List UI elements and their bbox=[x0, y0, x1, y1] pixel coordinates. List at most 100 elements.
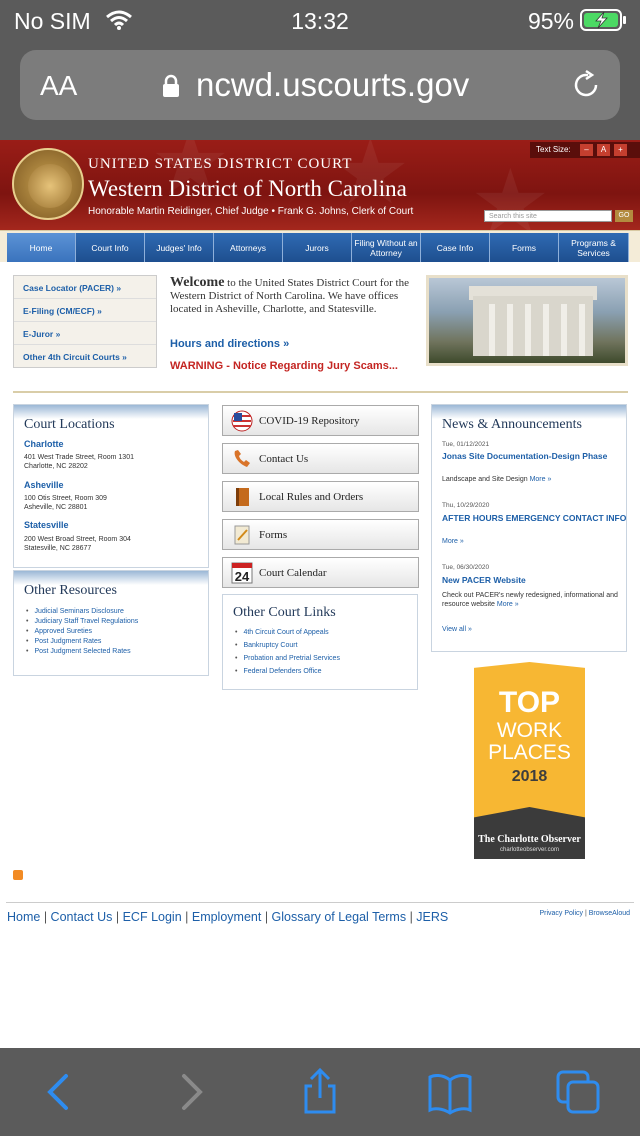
news-headline-link[interactable]: New PACER Website bbox=[442, 575, 627, 585]
resource-link[interactable]: Judicial Seminars Disclosure bbox=[26, 608, 123, 615]
site-search-input[interactable]: Search this site bbox=[484, 210, 612, 222]
calendar-day: 24 bbox=[235, 569, 250, 584]
forward-icon[interactable] bbox=[170, 1068, 214, 1116]
page-content: Case Locator (PACER) » E-Filing (CM/ECF)… bbox=[0, 262, 640, 1048]
reload-icon[interactable] bbox=[570, 69, 602, 101]
news-view-all-link[interactable]: View all » bbox=[442, 625, 632, 634]
news-title: News & Announcements bbox=[442, 417, 582, 432]
location-statesville[interactable]: Statesville bbox=[24, 520, 69, 530]
form-document-icon bbox=[234, 525, 250, 545]
news-date: Thu, 10/29/2020 bbox=[442, 502, 490, 509]
news-more-link[interactable]: More » bbox=[442, 538, 464, 545]
main-nav: Home Court Info Judges' Info Attorneys J… bbox=[0, 230, 640, 262]
other-resources-title: Other Resources bbox=[24, 583, 117, 598]
battery-charging-icon bbox=[580, 9, 626, 31]
nav-programs-services[interactable]: Programs & Services bbox=[559, 233, 629, 262]
court-link[interactable]: Probation and Pretrial Services bbox=[235, 655, 340, 662]
news-description: Check out PACER's newly redesigned, info… bbox=[442, 592, 618, 608]
footer-glossary-link[interactable]: Glossary of Legal Terms bbox=[272, 910, 407, 924]
court-link[interactable]: Federal Defenders Office bbox=[235, 668, 321, 675]
district-name: Western District of North Carolina bbox=[88, 176, 407, 201]
rss-icon[interactable] bbox=[13, 870, 23, 880]
reader-text-size-button[interactable]: AA bbox=[40, 70, 77, 102]
footer-divider bbox=[6, 902, 634, 903]
contact-us-button[interactable]: Contact Us bbox=[222, 443, 419, 474]
nav-home[interactable]: Home bbox=[7, 233, 76, 262]
jury-scam-warning-link[interactable]: WARNING - Notice Regarding Jury Scams... bbox=[170, 360, 398, 372]
url-host: ncwd.uscourts.gov bbox=[196, 66, 470, 103]
court-locations-panel: Court Locations Charlotte 401 West Trade… bbox=[13, 404, 209, 568]
quick-link-efiling[interactable]: E-Filing (CM/ECF) » bbox=[14, 299, 156, 322]
badge-work: WORK bbox=[496, 719, 563, 742]
badge-site: charlotteobserver.com bbox=[499, 847, 560, 853]
nav-forms[interactable]: Forms bbox=[490, 233, 559, 262]
forms-button[interactable]: Forms bbox=[222, 519, 419, 550]
badge-places: PLACES bbox=[488, 741, 571, 764]
footer-jers-link[interactable]: JERS bbox=[416, 910, 448, 924]
book-icon bbox=[236, 488, 249, 506]
covid-repository-button[interactable]: COVID-19 Repository bbox=[222, 405, 419, 436]
news-description: More » bbox=[442, 537, 632, 546]
news-description: Landscape and Site Design More » bbox=[442, 476, 552, 483]
text-size-control: Text Size: – A + bbox=[530, 142, 640, 158]
other-court-links-panel: Other Court Links 4th Circuit Court of A… bbox=[222, 594, 418, 690]
nav-attorneys[interactable]: Attorneys bbox=[214, 233, 283, 262]
welcome-heading: Welcome bbox=[170, 275, 225, 290]
welcome-text: Welcome to the United States District Co… bbox=[170, 276, 420, 316]
footer-home-link[interactable]: Home bbox=[7, 910, 40, 924]
court-link[interactable]: 4th Circuit Court of Appeals bbox=[235, 629, 328, 636]
footer-employment-link[interactable]: Employment bbox=[192, 910, 261, 924]
badge-top: TOP bbox=[498, 686, 561, 719]
news-headline-link[interactable]: Jonas Site Documentation-Design Phase bbox=[442, 451, 627, 461]
back-icon[interactable] bbox=[36, 1068, 80, 1116]
court-calendar-button[interactable]: 24 Court Calendar bbox=[222, 557, 419, 588]
tabs-icon[interactable] bbox=[556, 1068, 600, 1116]
nav-court-info[interactable]: Court Info bbox=[76, 233, 145, 262]
news-more-link[interactable]: More » bbox=[497, 601, 519, 608]
quick-link-pacer[interactable]: Case Locator (PACER) » bbox=[14, 276, 156, 299]
text-size-reset-button[interactable]: A bbox=[597, 144, 610, 156]
footer-contact-link[interactable]: Contact Us bbox=[51, 910, 113, 924]
resource-link[interactable]: Judiciary Staff Travel Regulations bbox=[26, 618, 138, 625]
text-size-decrease-button[interactable]: – bbox=[580, 144, 593, 156]
bookmarks-icon[interactable] bbox=[428, 1068, 472, 1116]
footer-ecf-login-link[interactable]: ECF Login bbox=[123, 910, 182, 924]
news-more-link[interactable]: More » bbox=[530, 476, 552, 483]
search-go-button[interactable]: GO bbox=[615, 210, 633, 222]
court-seal-logo bbox=[12, 148, 84, 220]
phone-icon bbox=[234, 450, 250, 467]
court-link[interactable]: Bankruptcy Court bbox=[235, 642, 297, 649]
quick-link-ejuror[interactable]: E-Juror » bbox=[14, 322, 156, 345]
courthouse-photo bbox=[426, 275, 628, 366]
top-workplaces-badge[interactable]: TOP WORK PLACES 2018 The Charlotte Obser… bbox=[474, 662, 585, 859]
resource-link[interactable]: Approved Sureties bbox=[26, 628, 92, 635]
resource-link[interactable]: Post Judgment Selected Rates bbox=[26, 648, 130, 655]
resource-link[interactable]: Post Judgment Rates bbox=[26, 638, 101, 645]
nav-judges-info[interactable]: Judges' Info bbox=[145, 233, 214, 262]
privacy-policy-link[interactable]: Privacy Policy bbox=[539, 910, 583, 917]
local-rules-button[interactable]: Local Rules and Orders bbox=[222, 481, 419, 512]
status-bar: No SIM 13:32 95% bbox=[0, 0, 640, 40]
browsealoud-link[interactable]: BrowseAloud bbox=[589, 910, 630, 917]
court-name: UNITED STATES DISTRICT COURT bbox=[88, 156, 353, 172]
quick-link-4th-circuit[interactable]: Other 4th Circuit Courts » bbox=[14, 345, 156, 368]
browser-toolbar bbox=[0, 1048, 640, 1136]
other-court-links-title: Other Court Links bbox=[233, 605, 336, 620]
news-date: Tue, 01/12/2021 bbox=[442, 441, 490, 448]
quick-links: Case Locator (PACER) » E-Filing (CM/ECF)… bbox=[13, 275, 157, 368]
hours-directions-link[interactable]: Hours and directions » bbox=[170, 338, 289, 350]
location-charlotte[interactable]: Charlotte bbox=[24, 439, 64, 449]
text-size-increase-button[interactable]: + bbox=[614, 144, 627, 156]
shortcut-label: COVID-19 Repository bbox=[259, 415, 360, 427]
address-bar[interactable]: AA ncwd.uscourts.gov bbox=[20, 50, 620, 120]
nav-filing-without-attorney[interactable]: Filing Without an Attorney bbox=[352, 233, 421, 262]
nav-case-info[interactable]: Case Info bbox=[421, 233, 490, 262]
other-resources-panel: Other Resources Judicial Seminars Disclo… bbox=[13, 570, 209, 676]
footer-small-links: Privacy Policy | BrowseAloud bbox=[539, 910, 630, 917]
share-icon[interactable] bbox=[298, 1068, 342, 1116]
nav-jurors[interactable]: Jurors bbox=[283, 233, 352, 262]
location-asheville[interactable]: Asheville bbox=[24, 480, 64, 490]
address-line: 401 West Trade Street, Room 1301 bbox=[24, 454, 134, 461]
shortcut-label: Contact Us bbox=[259, 453, 309, 465]
news-headline-link[interactable]: AFTER HOURS EMERGENCY CONTACT INFO bbox=[442, 513, 627, 523]
